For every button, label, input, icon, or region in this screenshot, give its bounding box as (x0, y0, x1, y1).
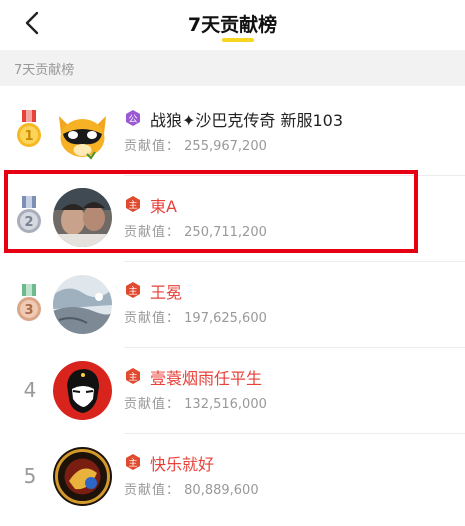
host-badge-icon: 主 (126, 196, 140, 212)
ranking-row-2[interactable]: 2 主 東A 贡献值： 250,711,200 (0, 176, 465, 262)
photo-avatar-icon (53, 188, 112, 247)
avatar[interactable] (53, 104, 112, 163)
portrait-avatar-icon (53, 361, 112, 420)
member-name[interactable]: 战狼✦沙巴克传奇 新服103 (150, 107, 343, 131)
member-name[interactable]: 壹蓑烟雨任平生 (150, 365, 262, 389)
rank-number: 4 (23, 378, 37, 402)
svg-text:2: 2 (24, 215, 33, 230)
ranking-row-1[interactable]: 1 公 战狼✦沙巴克传奇 新服103 贡献值： 255,967,200 (0, 90, 465, 176)
ranking-row-4[interactable]: 4 主 壹蓑烟雨任平生 贡献值： 132,516,000 (0, 348, 465, 434)
ranking-row-3[interactable]: 3 主 王冕 贡献值： 197,625,600 (0, 262, 465, 348)
contribution-value: 贡献值： 132,516,000 (124, 397, 267, 412)
page-title: 7天贡献榜 (187, 14, 278, 36)
bronze-medal-icon: 3 (17, 284, 41, 321)
title-underline (222, 38, 254, 42)
contribution-value: 贡献值： 80,889,600 (124, 483, 259, 498)
member-name[interactable]: 快乐就好 (150, 451, 214, 475)
section-header: 7天贡献榜 (0, 50, 465, 86)
gold-medal-icon: 1 (17, 110, 41, 147)
host-badge-icon: 主 (126, 368, 140, 384)
member-name[interactable]: 東A (150, 193, 177, 217)
host-badge-icon: 主 (126, 282, 140, 298)
section-label: 7天贡献榜 (14, 63, 75, 78)
svg-text:主: 主 (128, 371, 137, 383)
member-name[interactable]: 王冕 (150, 279, 182, 303)
svg-text:主: 主 (128, 457, 137, 469)
emblem-avatar-icon (53, 447, 112, 506)
landscape-avatar-icon (53, 275, 112, 334)
svg-text:3: 3 (24, 303, 33, 318)
contribution-value: 贡献值： 197,625,600 (124, 311, 267, 326)
svg-text:1: 1 (24, 129, 33, 144)
svg-text:主: 主 (128, 199, 137, 211)
avatar[interactable] (53, 361, 112, 420)
contribution-value: 贡献值： 250,711,200 (124, 225, 267, 240)
avatar[interactable] (53, 188, 112, 247)
ranking-row-5[interactable]: 5 主 快乐就好 贡献值： 80,889,600 (0, 434, 465, 520)
svg-text:公: 公 (128, 114, 137, 125)
nav-header: 7天贡献榜 (0, 0, 465, 44)
raccoon-avatar-icon (53, 104, 112, 163)
silver-medal-icon: 2 (17, 196, 41, 233)
contribution-value: 贡献值： 255,967,200 (124, 139, 267, 154)
official-badge-icon: 公 (126, 110, 140, 126)
rank-number: 5 (23, 464, 37, 488)
svg-text:主: 主 (128, 285, 137, 297)
avatar[interactable] (53, 275, 112, 334)
avatar[interactable] (53, 447, 112, 506)
host-badge-icon: 主 (126, 454, 140, 470)
